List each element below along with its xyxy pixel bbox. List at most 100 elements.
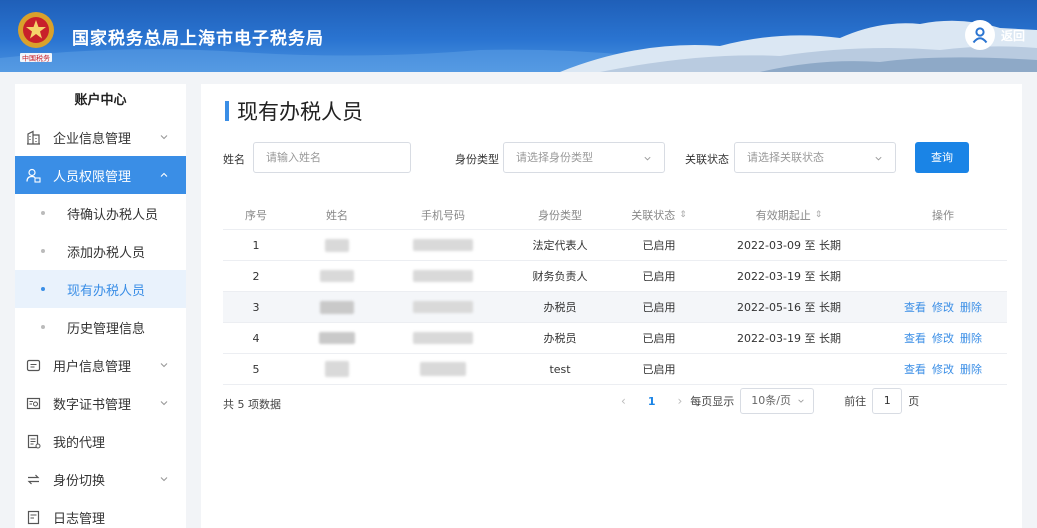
- row-identity-type: 办税员: [543, 301, 577, 314]
- chevron-down-icon: [798, 399, 804, 403]
- sidebar-subitem-add-tax-personnel[interactable]: 添加办税人员: [15, 232, 186, 270]
- column-header-validity[interactable]: 有效期起止 ⇕: [699, 200, 879, 229]
- row-phone-redacted: [385, 261, 501, 291]
- sidebar-item-label: 企业信息管理: [53, 131, 132, 147]
- view-link[interactable]: 查看: [904, 299, 926, 315]
- view-link[interactable]: 查看: [904, 361, 926, 377]
- row-identity-type: 办税员: [543, 332, 577, 345]
- id-card-icon: [25, 357, 41, 373]
- chevron-up-icon: [160, 172, 168, 177]
- chevron-down-icon: [160, 477, 168, 482]
- pagination: ‹ 1 › 每页显示 10条/页 前往 1 页: [621, 388, 919, 414]
- page-title: 现有办税人员: [225, 96, 363, 126]
- sidebar-item-identity-switch[interactable]: 身份切换: [15, 460, 186, 498]
- edit-link[interactable]: 修改: [932, 330, 954, 346]
- sidebar-subitem-pending-tax-personnel[interactable]: 待确认办税人员: [15, 194, 186, 232]
- sidebar-item-log-management[interactable]: 日志管理: [15, 498, 186, 528]
- sidebar-item-digital-certificate[interactable]: 数字证书管理: [15, 384, 186, 422]
- bullet-dot: [41, 325, 45, 329]
- row-name-redacted: [289, 261, 385, 291]
- sidebar: 账户中心 企业信息管理 人员权限管理 待确认办税人员 添加办税人员 现有办税人员…: [15, 84, 186, 528]
- bullet-dot: [41, 287, 45, 291]
- row-link-status: 已启用: [642, 270, 676, 283]
- row-validity: 2022-05-16 至 长期: [737, 301, 841, 314]
- view-link[interactable]: 查看: [904, 330, 926, 346]
- table-row: 4 办税员 已启用 2022-03-19 至 长期 查看 修改 删除: [223, 323, 1007, 354]
- bullet-dot: [41, 249, 45, 253]
- column-header-label: 有效期起止: [755, 208, 811, 222]
- log-icon: [25, 509, 41, 525]
- certificate-icon: [25, 395, 41, 411]
- edit-link[interactable]: 修改: [932, 361, 954, 377]
- column-header-name: 姓名: [326, 208, 348, 222]
- delete-link[interactable]: 删除: [960, 330, 982, 346]
- row-link-status: 已启用: [642, 239, 676, 252]
- chevron-down-icon: [644, 156, 651, 161]
- sidebar-title: 账户中心: [74, 93, 127, 108]
- user-avatar-icon[interactable]: [964, 20, 995, 50]
- row-no: 2: [252, 269, 260, 283]
- row-identity-type: 财务负责人: [532, 270, 588, 283]
- sidebar-item-my-agency[interactable]: 我的代理: [15, 422, 186, 460]
- per-page-label: 每页显示: [690, 395, 735, 408]
- link-status-placeholder: 请选择关联状态: [747, 151, 824, 164]
- tax-emblem-logo: 中国税务: [18, 12, 54, 63]
- row-name-redacted: [289, 292, 385, 322]
- column-header-phone: 手机号码: [421, 208, 465, 222]
- column-header-label: 关联状态: [631, 208, 676, 222]
- prev-page-icon[interactable]: ‹: [621, 394, 626, 408]
- title-accent-bar: [225, 101, 229, 121]
- query-button[interactable]: 查询: [915, 142, 969, 173]
- column-header-no: 序号: [245, 208, 267, 222]
- sort-icon[interactable]: ⇕: [815, 210, 823, 220]
- row-actions: 查看 修改 删除: [879, 323, 1007, 353]
- row-phone-redacted: [385, 323, 501, 353]
- row-validity: 2022-03-19 至 长期: [737, 332, 841, 345]
- chevron-down-icon: [160, 401, 168, 406]
- page-number[interactable]: 1: [648, 395, 656, 408]
- delete-link[interactable]: 删除: [960, 299, 982, 315]
- back-button[interactable]: 返回: [1001, 27, 1025, 44]
- page-unit-label: 页: [908, 395, 920, 408]
- name-input[interactable]: 请输入姓名: [253, 142, 411, 173]
- sidebar-item-personnel-permissions[interactable]: 人员权限管理: [15, 156, 186, 194]
- sidebar-item-label: 用户信息管理: [53, 359, 132, 375]
- table-header-row: 序号 姓名 手机号码 身份类型 关联状态 ⇕ 有效期起止 ⇕ 操作: [223, 200, 1007, 230]
- row-actions: [879, 261, 1007, 291]
- row-identity-type: 法定代表人: [532, 239, 588, 252]
- column-header-actions: 操作: [932, 208, 954, 222]
- sidebar-item-company-info[interactable]: 企业信息管理: [15, 118, 186, 156]
- user-lock-icon: [25, 167, 41, 183]
- chevron-down-icon: [875, 156, 882, 161]
- column-header-identity-type: 身份类型: [538, 208, 582, 222]
- document-icon: [25, 433, 41, 449]
- row-phone-redacted: [385, 354, 501, 384]
- total-count: 共 5 项数据: [223, 398, 281, 411]
- sort-icon[interactable]: ⇕: [679, 210, 687, 220]
- sidebar-item-user-info[interactable]: 用户信息管理: [15, 346, 186, 384]
- sidebar-item-label: 数字证书管理: [53, 397, 132, 413]
- goto-page-input[interactable]: 1: [872, 388, 903, 414]
- row-actions: [879, 230, 1007, 260]
- page-size-select[interactable]: 10条/页: [740, 388, 815, 414]
- sidebar-subitem-history-management[interactable]: 历史管理信息: [15, 308, 186, 346]
- column-header-link-status[interactable]: 关联状态 ⇕: [619, 200, 699, 229]
- sidebar-item-label: 我的代理: [53, 435, 106, 451]
- sidebar-subitem-current-tax-personnel[interactable]: 现有办税人员: [15, 270, 186, 308]
- link-status-select[interactable]: 请选择关联状态: [734, 142, 896, 173]
- identity-type-select[interactable]: 请选择身份类型: [503, 142, 665, 173]
- delete-link[interactable]: 删除: [960, 361, 982, 377]
- row-validity: [699, 354, 879, 384]
- table-row: 3 办税员 已启用 2022-05-16 至 长期 查看 修改 删除: [223, 292, 1007, 323]
- top-header: 中国税务 国家税务总局上海市电子税务局 返回: [0, 0, 1037, 72]
- row-phone-redacted: [385, 230, 501, 260]
- site-title: 国家税务总局上海市电子税务局: [72, 29, 324, 49]
- row-actions: 查看 修改 删除: [879, 354, 1007, 384]
- sidebar-item-label: 日志管理: [53, 511, 106, 527]
- next-page-icon[interactable]: ›: [677, 394, 682, 408]
- row-name-redacted: [289, 230, 385, 260]
- table-row: 1 法定代表人 已启用 2022-03-09 至 长期: [223, 230, 1007, 261]
- sidebar-item-label: 身份切换: [53, 473, 106, 489]
- row-phone-redacted: [385, 292, 501, 322]
- edit-link[interactable]: 修改: [932, 299, 954, 315]
